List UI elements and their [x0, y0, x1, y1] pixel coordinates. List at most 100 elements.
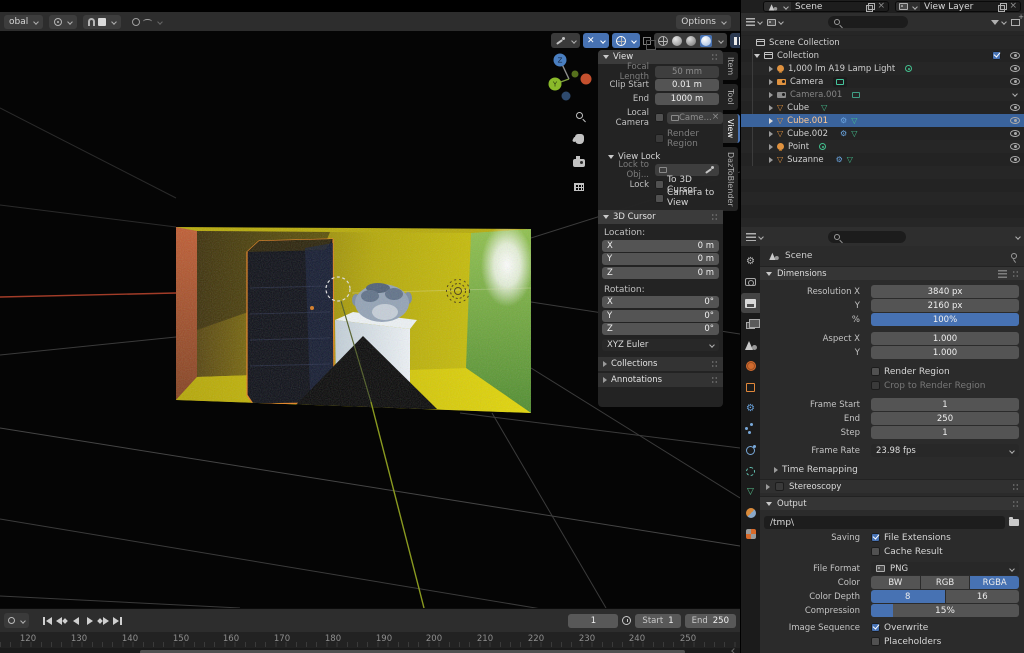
rotation-mode-dropdown[interactable]: XYZ Euler — [602, 339, 719, 351]
cursor-panel-header[interactable]: 3D Cursor — [598, 210, 723, 224]
play-button[interactable] — [83, 614, 96, 627]
tab-item[interactable]: Item — [723, 52, 738, 80]
cursor-rot-y[interactable]: Y0° — [602, 310, 719, 322]
collapse-left-icon[interactable] — [731, 648, 737, 653]
clock-icon[interactable] — [622, 616, 631, 625]
camera-to-view-checkbox[interactable] — [655, 194, 664, 203]
depth-8-button[interactable]: 8 — [871, 590, 945, 603]
cursor-loc-z[interactable]: Z0 m — [602, 267, 719, 279]
display-mode-dropdown[interactable] — [746, 18, 762, 26]
next-keyframe-button[interactable] — [97, 614, 110, 627]
tab-modifier-properties[interactable] — [741, 398, 760, 418]
resolution-percent-slider[interactable]: 100% — [871, 313, 1019, 326]
tab-daztoblender[interactable]: DazToBlender — [723, 147, 738, 212]
tab-world-properties[interactable] — [741, 356, 760, 376]
options-button[interactable]: Options — [676, 15, 731, 29]
outliner-row-lamp[interactable]: 1,000 lm A19 Lamp Light — [741, 62, 1024, 75]
material-preview-icon[interactable] — [686, 36, 696, 46]
tab-view-layer-properties[interactable] — [741, 314, 760, 334]
object-visibility-dropdown[interactable] — [551, 33, 580, 48]
cursor-rot-x[interactable]: X0° — [602, 296, 719, 308]
file-format-dropdown[interactable]: PNG — [871, 562, 1019, 575]
outliner-row-cube-002[interactable]: Cube.002 — [741, 127, 1024, 140]
outliner-row-camera-001[interactable]: Camera.001 — [741, 88, 1024, 101]
ortho-toggle-button[interactable] — [570, 178, 588, 196]
current-frame-field[interactable]: 1 — [568, 614, 618, 628]
navigation-gizmo[interactable]: Z Y — [542, 52, 596, 106]
tab-object-data-properties[interactable] — [741, 482, 760, 502]
tab-render-properties[interactable] — [741, 272, 760, 292]
editor-type-dropdown[interactable] — [746, 233, 763, 241]
scene-selector[interactable]: Scene — [763, 1, 889, 12]
placeholders-checkbox[interactable] — [871, 637, 880, 646]
annotations-panel-header[interactable]: Annotations — [598, 373, 723, 387]
frame-end-field[interactable]: 250 — [871, 412, 1019, 425]
outliner-row-collection[interactable]: Collection — [741, 49, 1024, 62]
tab-particle-properties[interactable] — [741, 419, 760, 439]
outliner-scope-dropdown[interactable] — [767, 19, 783, 26]
pivot-point-dropdown[interactable] — [49, 15, 77, 29]
copy-icon[interactable] — [866, 3, 874, 11]
folder-icon[interactable] — [1009, 519, 1019, 526]
local-camera-checkbox[interactable] — [655, 113, 664, 122]
transform-orientation-dropdown[interactable]: obal — [4, 15, 43, 29]
stereoscopy-checkbox[interactable] — [775, 482, 784, 491]
filter-dropdown[interactable] — [991, 20, 1006, 25]
tab-view[interactable]: View — [723, 114, 740, 143]
pan-tool-button[interactable] — [570, 130, 588, 148]
visibility-eye-icon[interactable] — [1010, 117, 1020, 124]
viewport-3d[interactable]: obal Options ✕ — [0, 0, 740, 608]
lock-to-3d-cursor-checkbox[interactable] — [655, 180, 664, 189]
visibility-eye-icon[interactable] — [1010, 65, 1020, 72]
xray-toggle-icon[interactable] — [643, 37, 651, 45]
copy-icon[interactable] — [998, 3, 1006, 11]
play-reverse-button[interactable] — [69, 614, 82, 627]
aspect-y-field[interactable]: 1.000 — [871, 346, 1019, 359]
tab-output-properties[interactable] — [741, 293, 760, 313]
clip-end-field[interactable]: 1000 m — [655, 93, 719, 105]
visibility-eye-icon[interactable] — [1010, 52, 1020, 59]
solid-shading-icon[interactable] — [672, 36, 682, 46]
cursor-loc-y[interactable]: Y0 m — [602, 253, 719, 265]
crop-render-region-checkbox[interactable] — [871, 381, 880, 390]
visibility-eye-icon[interactable] — [1010, 156, 1020, 163]
vp-render-region-checkbox[interactable] — [655, 134, 664, 143]
cursor-loc-x[interactable]: X0 m — [602, 240, 719, 252]
time-remapping-header[interactable]: Time Remapping — [782, 465, 858, 475]
tab-texture-properties[interactable] — [741, 524, 760, 544]
view-layer-selector[interactable]: View Layer — [895, 1, 1021, 12]
pin-icon[interactable] — [1011, 253, 1017, 259]
compression-slider[interactable]: 15% — [871, 604, 1019, 617]
outliner-row-suzanne[interactable]: Suzanne — [741, 153, 1024, 166]
tab-scene-properties[interactable] — [741, 335, 760, 355]
tab-tool-properties[interactable] — [741, 251, 760, 271]
visibility-eye-icon[interactable] — [1010, 143, 1020, 150]
eyedropper-icon[interactable] — [704, 165, 715, 175]
close-icon[interactable] — [877, 2, 885, 11]
frame-end-field[interactable]: End250 — [685, 614, 736, 628]
jump-to-end-button[interactable] — [111, 614, 124, 627]
close-icon[interactable] — [1009, 2, 1017, 11]
outliner-row-cube-001-selected[interactable]: Cube.001 — [741, 114, 1024, 127]
outliner-row-camera[interactable]: Camera — [741, 75, 1024, 88]
new-collection-button[interactable] — [1011, 19, 1020, 26]
rendered-shading-active[interactable] — [700, 35, 712, 47]
render-region-checkbox[interactable] — [871, 367, 880, 376]
snapping-dropdown[interactable] — [83, 15, 121, 29]
stereoscopy-panel-header[interactable]: Stereoscopy — [760, 479, 1024, 493]
cache-result-checkbox[interactable] — [871, 547, 880, 556]
step-field[interactable]: 1 — [871, 426, 1019, 439]
file-extensions-checkbox[interactable] — [871, 533, 880, 542]
timeline-ruler[interactable]: 120 130 140 150 160 170 180 190 200 210 … — [0, 632, 740, 653]
properties-search-input[interactable] — [828, 231, 906, 243]
camera-view-button[interactable] — [570, 154, 588, 172]
frame-start-field[interactable]: Start1 — [635, 614, 680, 628]
clear-icon[interactable] — [712, 113, 720, 122]
dimensions-panel-header[interactable]: Dimensions — [760, 266, 1024, 280]
resolution-y-field[interactable]: 2160 px — [871, 299, 1019, 312]
local-camera-field[interactable]: Came... — [667, 112, 723, 124]
collections-panel-header[interactable]: Collections — [598, 357, 723, 371]
collection-checkbox[interactable] — [992, 51, 1001, 60]
auto-keying-button[interactable] — [4, 613, 29, 628]
clip-start-field[interactable]: 0.01 m — [655, 79, 719, 91]
